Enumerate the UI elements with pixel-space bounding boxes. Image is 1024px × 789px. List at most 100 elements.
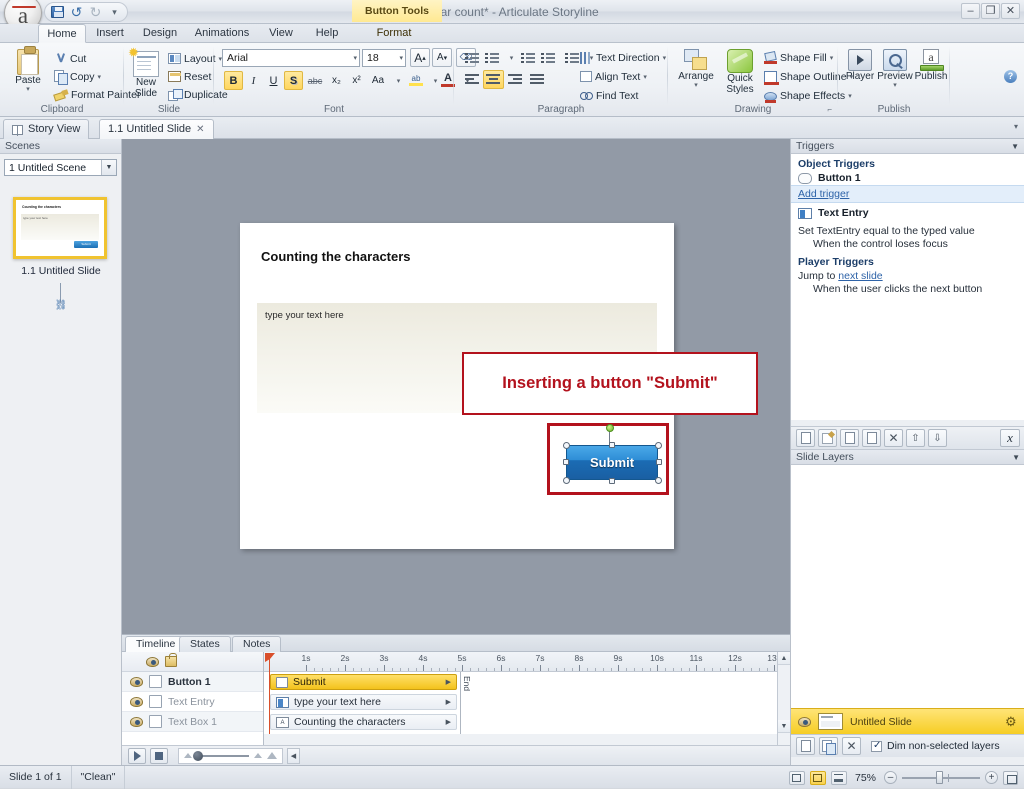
shape-fill-button[interactable]: Shape Fill ▾	[764, 49, 833, 66]
add-trigger-link[interactable]: Add trigger	[798, 188, 849, 200]
line-spacing-button[interactable]	[562, 48, 582, 67]
tab-view[interactable]: View	[260, 24, 302, 43]
tab-design[interactable]: Design	[136, 24, 184, 43]
eye-icon[interactable]	[146, 656, 159, 667]
slide-thumbnail[interactable]: Counting the characters type your text h…	[13, 197, 107, 259]
timeline-ruler[interactable]: 1s 2s 3s 4s 5s 6s 7s 8s 9s 10s 11s 12s 1…	[264, 652, 777, 672]
resize-handle-b[interactable]	[609, 478, 615, 484]
slide-title-text[interactable]: Counting the characters	[261, 249, 411, 264]
tab-animations[interactable]: Animations	[188, 24, 256, 43]
add-trigger-row[interactable]: Add trigger	[791, 185, 1024, 203]
change-case-button[interactable]: Aa	[367, 71, 389, 90]
timeline-horizontal-scrollbar[interactable]	[264, 734, 777, 745]
publish-button[interactable]: a Publish	[914, 49, 948, 82]
chevron-right-icon[interactable]: ▶	[446, 698, 451, 706]
fit-to-window-button[interactable]	[1003, 770, 1018, 785]
lock-checkbox[interactable]	[149, 695, 162, 708]
subscript-button[interactable]: x₂	[327, 71, 346, 90]
delete-layer-button[interactable]: ✕	[842, 737, 861, 755]
shadow-button[interactable]: S	[284, 71, 303, 90]
restore-button[interactable]: ❐	[981, 3, 1000, 19]
chevron-down-icon[interactable]: ▼	[1011, 139, 1019, 154]
zoom-thumb[interactable]	[936, 770, 943, 784]
timeline-zoom-slider[interactable]	[178, 747, 283, 764]
duplicate-layer-button[interactable]	[819, 737, 838, 755]
lock-icon[interactable]	[165, 653, 177, 667]
trigger-action-textentry[interactable]: Set TextEntry equal to the typed value	[791, 224, 1024, 237]
quick-styles-button[interactable]: Quick Styles	[718, 49, 762, 95]
preview-button[interactable]: Preview ▾	[876, 49, 914, 89]
zoom-slider[interactable]: – +	[884, 770, 998, 784]
slide-canvas-area[interactable]: Counting the characters type your text h…	[122, 139, 790, 634]
tab-scroll-chevron-icon[interactable]: ▾	[1014, 122, 1018, 131]
minimize-button[interactable]: –	[961, 3, 980, 19]
new-layer-button[interactable]	[796, 737, 815, 755]
chevron-down-icon[interactable]: ▼	[1012, 450, 1020, 465]
align-left-button[interactable]	[462, 70, 483, 89]
resize-handle-tl[interactable]	[563, 442, 570, 449]
play-button[interactable]	[128, 747, 146, 764]
eye-icon[interactable]	[130, 696, 143, 707]
resize-handle-br[interactable]	[655, 477, 662, 484]
zoom-thumb[interactable]	[193, 750, 203, 761]
tab-home[interactable]: Home	[38, 24, 86, 43]
eye-icon[interactable]	[130, 716, 143, 727]
zoom-track[interactable]	[902, 770, 980, 784]
reset-button[interactable]: Reset	[168, 68, 211, 85]
superscript-button[interactable]: x²	[347, 71, 366, 90]
resize-handle-r[interactable]	[656, 459, 662, 465]
resize-handle-tr[interactable]	[655, 442, 662, 449]
font-family-select[interactable]: Arial ▾	[222, 49, 360, 67]
timeline-vertical-scrollbar[interactable]: ▲ ▼	[777, 652, 790, 746]
timeline-bar-button1[interactable]: Submit ▶	[270, 674, 457, 690]
scroll-down-icon[interactable]: ▼	[778, 720, 790, 733]
align-text-button[interactable]: Align Text ▾	[580, 68, 647, 85]
shrink-font-button[interactable]: A ▾	[432, 48, 452, 67]
timeline-bar-textbox1[interactable]: A Counting the characters ▶	[270, 714, 457, 730]
resize-handle-l[interactable]	[563, 459, 569, 465]
italic-button[interactable]: I	[244, 71, 263, 90]
new-trigger-button[interactable]	[796, 429, 815, 447]
zoom-in-icon[interactable]	[267, 752, 277, 759]
copy-trigger-button[interactable]	[840, 429, 859, 447]
lock-checkbox[interactable]	[149, 715, 162, 728]
variables-button[interactable]: x	[1000, 429, 1020, 447]
table-row[interactable]: Button 1	[122, 672, 263, 692]
copy-button[interactable]: Copy ▾	[54, 68, 101, 85]
tab-untitled-slide[interactable]: 1.1 Untitled Slide ✕	[99, 119, 214, 139]
font-size-select[interactable]: 18 ▾	[362, 49, 406, 67]
split-view-button[interactable]	[809, 770, 826, 785]
paste-button[interactable]: Paste ▾	[6, 46, 50, 93]
tab-format[interactable]: Format	[364, 24, 424, 43]
zoom-in-button[interactable]: +	[985, 771, 998, 784]
align-right-button[interactable]	[505, 70, 526, 89]
timeline-track-area[interactable]: 1s 2s 3s 4s 5s 6s 7s 8s 9s 10s 11s 12s 1…	[264, 652, 777, 747]
zoom-out-button[interactable]: –	[884, 771, 897, 784]
tab-help[interactable]: Help	[306, 24, 348, 43]
increase-indent-button[interactable]	[538, 48, 558, 67]
eye-icon[interactable]	[130, 676, 143, 687]
lock-checkbox[interactable]	[149, 675, 162, 688]
underline-button[interactable]: U	[264, 71, 283, 90]
text-direction-button[interactable]: Text Direction ▾	[580, 49, 666, 66]
checkbox-icon[interactable]	[871, 740, 882, 752]
player-button[interactable]: Player	[843, 49, 877, 82]
dim-layers-checkbox[interactable]: Dim non-selected layers	[871, 740, 1000, 752]
resize-handle-t[interactable]	[609, 442, 615, 448]
zoom-out-icon[interactable]	[184, 753, 192, 758]
tab-insert[interactable]: Insert	[88, 24, 132, 43]
close-button[interactable]: ✕	[1001, 3, 1020, 19]
justify-button[interactable]	[527, 70, 548, 89]
move-trigger-up-button[interactable]: ⇧	[906, 429, 925, 447]
trigger-object-textentry[interactable]: Text Entry	[791, 206, 1024, 220]
tab-story-view[interactable]: Story View	[3, 119, 90, 139]
bullets-button[interactable]	[462, 48, 482, 67]
slide-layers-list[interactable]	[791, 465, 1024, 708]
decrease-indent-button[interactable]	[518, 48, 538, 67]
scroll-up-icon[interactable]: ▲	[778, 652, 790, 665]
numbering-button[interactable]	[482, 48, 502, 67]
bold-button[interactable]: B	[224, 71, 243, 90]
close-icon[interactable]: ✕	[196, 120, 204, 139]
strikethrough-button[interactable]: abc	[304, 71, 326, 90]
tab-timeline[interactable]: Timeline	[125, 636, 187, 652]
